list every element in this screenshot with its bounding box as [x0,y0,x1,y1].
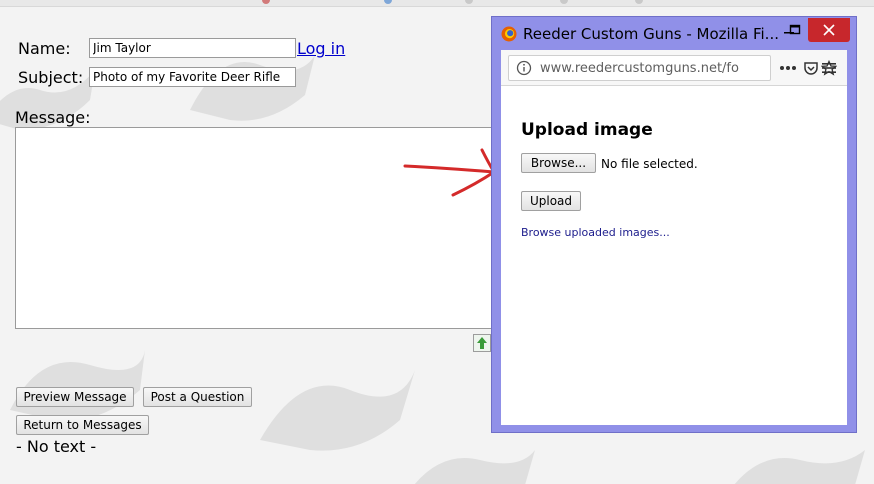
message-label: Message: [15,108,91,127]
green-arrow-button[interactable] [473,334,491,352]
hamburger-menu-icon [822,63,836,73]
upload-button[interactable]: Upload [521,191,581,211]
upload-heading: Upload image [521,120,653,140]
background-pattern-icon [734,450,865,484]
background-pattern-icon [414,450,535,484]
pocket-icon [804,62,818,75]
background-pattern-icon [260,370,415,451]
firefox-icon [501,26,517,42]
menu-button[interactable] [819,58,839,78]
pocket-button[interactable] [801,58,821,78]
no-text-notice: - No text - [16,437,97,456]
window-title: Reeder Custom Guns - Mozilla Fi... [523,25,779,43]
popup-content: Upload image Browse... No file selected.… [501,86,847,425]
maximize-icon [789,24,801,35]
page-actions-button[interactable] [778,58,798,78]
annotation-arrow-icon [403,148,497,197]
green-arrow-icon [477,337,487,349]
window-titlebar[interactable]: Reeder Custom Guns - Mozilla Fi... [492,17,856,49]
name-label: Name: [18,39,71,58]
url-text: www.reedercustomguns.net/fo [540,61,739,76]
subject-input[interactable] [89,67,296,87]
return-to-messages-button[interactable]: Return to Messages [16,415,149,435]
preview-message-button[interactable]: Preview Message [16,387,134,407]
top-toolbar-strip [0,0,874,7]
browse-button[interactable]: Browse... [521,153,596,173]
login-link[interactable]: Log in [297,40,345,58]
url-input[interactable]: www.reedercustomguns.net/fo [508,55,771,81]
upload-popup-window: Reeder Custom Guns - Mozilla Fi... www.r… [491,16,857,433]
file-status-text: No file selected. [601,157,698,171]
post-question-button[interactable]: Post a Question [143,387,252,407]
name-input[interactable] [89,38,296,58]
maximize-button[interactable] [786,21,804,39]
url-bar: www.reedercustomguns.net/fo [501,50,847,86]
close-icon [823,24,835,36]
info-icon[interactable] [516,60,532,76]
more-dots-icon [780,66,796,70]
browse-uploaded-link[interactable]: Browse uploaded images... [521,226,670,239]
subject-label: Subject: [18,68,84,87]
close-button[interactable] [808,18,850,42]
